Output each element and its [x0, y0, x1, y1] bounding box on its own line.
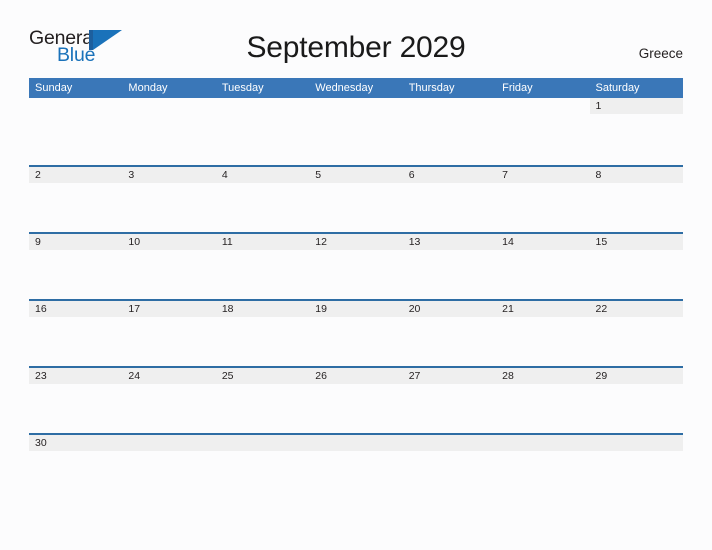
day-cell[interactable]: 11: [215, 234, 310, 299]
day-cell[interactable]: [496, 435, 590, 500]
day-cell[interactable]: [589, 435, 683, 500]
day-number: 25: [221, 370, 234, 382]
day-number: 26: [315, 370, 327, 382]
day-cell[interactable]: 6: [402, 167, 497, 232]
day-number: 16: [35, 303, 47, 315]
week-row: 30: [29, 433, 683, 500]
day-cell[interactable]: 30: [29, 435, 123, 500]
day-number: 30: [35, 437, 47, 449]
day-cell[interactable]: 27: [402, 368, 497, 433]
day-number: 29: [595, 370, 608, 382]
country-label: Greece: [638, 46, 683, 61]
day-cell[interactable]: [215, 435, 310, 500]
day-cell[interactable]: 12: [309, 234, 403, 299]
day-cell[interactable]: 10: [122, 234, 216, 299]
day-number: 2: [35, 169, 41, 181]
day-cell[interactable]: 26: [309, 368, 403, 433]
day-cell[interactable]: 18: [215, 301, 310, 366]
day-cell[interactable]: 25: [215, 368, 310, 433]
day-cell[interactable]: 28: [496, 368, 590, 433]
day-number: 22: [595, 303, 608, 315]
day-cell[interactable]: 2: [29, 167, 123, 232]
day-cell[interactable]: 16: [29, 301, 123, 366]
page-header: General Blue September 2029 Greece: [0, 0, 712, 78]
page-title: September 2029: [246, 31, 466, 64]
day-cell[interactable]: 9: [29, 234, 123, 299]
day-cell[interactable]: [216, 98, 309, 165]
weekday-wednesday: Wednesday: [315, 82, 374, 94]
day-cell[interactable]: [122, 98, 215, 165]
day-number: 7: [502, 169, 508, 181]
day-cell[interactable]: 24: [122, 368, 216, 433]
calendar-grid: Sunday Monday Tuesday Wednesday Thursday…: [29, 78, 683, 500]
day-cell[interactable]: 7: [496, 167, 590, 232]
day-number: 19: [315, 303, 327, 315]
weekday-saturday: Saturday: [595, 82, 640, 94]
day-cell[interactable]: 23: [29, 368, 123, 433]
weekday-header-row: Sunday Monday Tuesday Wednesday Thursday…: [29, 78, 683, 98]
day-number: 8: [595, 169, 602, 181]
day-cell[interactable]: 17: [122, 301, 216, 366]
day-number: 6: [408, 169, 415, 181]
weekday-monday: Monday: [128, 82, 168, 94]
week-row: 16 17 18 19 20 21 22: [29, 299, 683, 366]
week-row: 1: [29, 98, 683, 165]
weekday-thursday: Thursday: [408, 82, 455, 94]
day-number: 11: [221, 236, 233, 248]
week-row: 9 10 11 12 13 14 15: [29, 232, 683, 299]
day-number: 15: [595, 236, 608, 248]
calendar-page: General Blue September 2029 Greece Sunda…: [0, 0, 712, 550]
day-cell[interactable]: [402, 435, 497, 500]
day-number: 12: [315, 236, 327, 248]
day-cell[interactable]: [309, 98, 402, 165]
day-cell[interactable]: [403, 98, 496, 165]
day-cell[interactable]: 21: [496, 301, 590, 366]
day-number: 20: [408, 303, 421, 315]
day-cell[interactable]: 8: [589, 167, 683, 232]
day-number: 1: [595, 100, 602, 112]
day-number: 17: [128, 303, 141, 315]
day-number: 27: [408, 370, 421, 382]
weekday-friday: Friday: [502, 82, 533, 94]
day-cell[interactable]: 15: [589, 234, 683, 299]
day-cell[interactable]: 20: [402, 301, 497, 366]
day-cell[interactable]: 22: [589, 301, 683, 366]
day-number: 13: [408, 236, 421, 248]
day-cell[interactable]: 3: [122, 167, 216, 232]
day-cell[interactable]: 5: [309, 167, 403, 232]
day-number: 10: [128, 236, 141, 248]
day-cell[interactable]: 19: [309, 301, 403, 366]
day-number: 9: [35, 236, 41, 248]
day-number: 21: [502, 303, 514, 315]
day-cell[interactable]: 13: [402, 234, 497, 299]
day-cell[interactable]: [496, 98, 589, 165]
day-number: 5: [315, 169, 322, 181]
day-cell[interactable]: 29: [589, 368, 683, 433]
weekday-tuesday: Tuesday: [221, 82, 264, 94]
day-cell[interactable]: 14: [496, 234, 590, 299]
week-row: 23 24 25 26 27 28 29: [29, 366, 683, 433]
day-cell[interactable]: 1: [589, 98, 683, 165]
week-row: 2 3 4 5 6 7 8: [29, 165, 683, 232]
day-cell[interactable]: [309, 435, 403, 500]
day-number: 24: [128, 370, 141, 382]
day-cell[interactable]: [122, 435, 216, 500]
day-number: 14: [502, 236, 514, 248]
weekday-sunday: Sunday: [35, 82, 73, 94]
day-number: 18: [221, 303, 234, 315]
day-cell[interactable]: 4: [215, 167, 310, 232]
day-cell[interactable]: [29, 98, 122, 165]
day-number: 28: [502, 370, 514, 382]
day-number: 23: [35, 370, 47, 382]
day-number: 3: [128, 169, 135, 181]
day-number: 4: [221, 169, 228, 181]
